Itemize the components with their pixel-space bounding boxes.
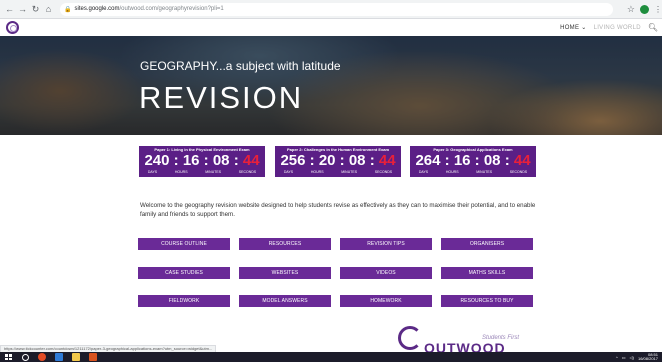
unit-days: DAYS [418, 170, 429, 174]
unit-seconds: SECONDS [509, 170, 528, 174]
logo-swoosh-icon [398, 326, 422, 350]
videos-button[interactable]: VIDEOS [340, 267, 432, 279]
unit-minutes: MINUTES [205, 170, 222, 174]
countdown-unit-labels: DAYS HOURS MINUTES SECONDS [139, 170, 265, 174]
reload-icon[interactable]: ↻ [30, 2, 41, 17]
homework-button[interactable]: HOMEWORK [340, 295, 432, 307]
countdown-days: 240 [144, 152, 170, 169]
forward-icon[interactable]: → [17, 2, 28, 17]
folder-icon[interactable] [72, 353, 80, 361]
site-header: HOME ⌄ LIVING WORLD 🔍︎ [0, 19, 662, 36]
lock-icon: 🔒 [64, 6, 72, 13]
unit-days: DAYS [147, 170, 158, 174]
countdown-digits: 256 : 20 : 08 : 44 [280, 152, 396, 169]
browser-nav-buttons: ← → ↻ ⌂ [4, 2, 54, 17]
profile-avatar-icon[interactable] [640, 4, 649, 14]
unit-hours: HOURS [445, 170, 459, 174]
footer-logo: Students First OUTWOOD [396, 326, 546, 356]
url-host: sites.google.com [74, 6, 120, 12]
powerpoint-icon[interactable] [89, 353, 97, 361]
countdown-days: 264 [415, 152, 441, 169]
countdown-digits: 240 : 16 : 08 : 44 [144, 152, 260, 169]
countdown-hours: 16 [182, 152, 200, 169]
bookmark-star-icon[interactable]: ☆ [627, 4, 635, 15]
revision-tips-button[interactable]: REVISION TIPS [340, 238, 432, 250]
resources-button[interactable]: RESOURCES [239, 238, 331, 250]
unit-seconds: SECONDS [238, 170, 257, 174]
countdown-seconds: 44 [242, 152, 260, 169]
nav-living-world[interactable]: LIVING WORLD [594, 25, 641, 31]
unit-hours: HOURS [310, 170, 324, 174]
back-icon[interactable]: ← [4, 2, 15, 17]
welcome-text: Welcome to the geography revision websit… [140, 202, 536, 218]
windows-start-icon[interactable] [4, 353, 13, 361]
countdown-days: 256 [280, 152, 306, 169]
network-icon[interactable]: ▭ [622, 355, 626, 360]
organisers-button[interactable]: ORGANISERS [441, 238, 533, 250]
page-title: REVISION [139, 80, 304, 115]
countdown-minutes: 08 [348, 152, 366, 169]
address-bar[interactable]: 🔒 sites.google.com /outwood.com/geograph… [60, 2, 613, 16]
countdown-digits: 264 : 16 : 08 : 44 [415, 152, 531, 169]
system-tray: ^ ▭ ◁) 08:51 16/08/2017 [616, 353, 658, 361]
volume-icon[interactable]: ◁) [630, 355, 634, 360]
case-studies-button[interactable]: CASE STUDIES [138, 267, 230, 279]
search-circle-icon[interactable] [22, 353, 29, 361]
browser-toolbar: ← → ↻ ⌂ 🔒 sites.google.com /outwood.com/… [0, 0, 662, 19]
resources-to-buy-button[interactable]: RESOURCES TO BUY [441, 295, 533, 307]
clock-date: 16/08/2017 [637, 356, 658, 361]
top-nav: HOME ⌄ LIVING WORLD 🔍︎ [560, 19, 658, 36]
model-answers-button[interactable]: MODEL ANSWERS [239, 295, 331, 307]
course-outline-button[interactable]: COURSE OUTLINE [138, 238, 230, 250]
nav-home[interactable]: HOME ⌄ [560, 24, 587, 31]
clock[interactable]: 08:51 16/08/2017 [638, 353, 658, 361]
fieldwork-button[interactable]: FIELDWORK [138, 295, 230, 307]
countdown-paper-3[interactable]: Paper 3: Geographical Applications Exam … [410, 146, 536, 177]
countdown-paper-1[interactable]: Paper 1: Living in the Physical Environm… [139, 146, 265, 177]
websites-button[interactable]: WEBSITES [239, 267, 331, 279]
hero-banner: GEOGRAPHY...a subject with latitude REVI… [0, 36, 662, 135]
countdown-seconds: 44 [513, 152, 531, 169]
site-logo[interactable] [6, 21, 19, 34]
countdown-hours: 16 [453, 152, 471, 169]
unit-hours: HOURS [174, 170, 188, 174]
countdown-unit-labels: DAYS HOURS MINUTES SECONDS [275, 170, 401, 174]
home-icon[interactable]: ⌂ [43, 2, 54, 17]
search-icon[interactable]: 🔍︎ [648, 23, 658, 32]
countdown-minutes: 08 [212, 152, 230, 169]
unit-seconds: SECONDS [374, 170, 393, 174]
browser-menu-icon[interactable]: ⋮ [654, 5, 662, 14]
unit-minutes: MINUTES [341, 170, 358, 174]
unit-minutes: MINUTES [476, 170, 493, 174]
unit-days: DAYS [283, 170, 294, 174]
countdown-hours: 20 [318, 152, 336, 169]
taskbar: ^ ▭ ◁) 08:51 16/08/2017 [0, 352, 662, 362]
chrome-icon[interactable] [38, 353, 46, 361]
file-explorer-icon[interactable] [55, 353, 63, 361]
maths-skills-button[interactable]: MATHS SKILLS [441, 267, 533, 279]
url-path: /outwood.com/geographyrevision?pli=1 [119, 6, 224, 12]
countdown-unit-labels: DAYS HOURS MINUTES SECONDS [410, 170, 536, 174]
tray-chevron-icon[interactable]: ^ [616, 355, 618, 360]
countdown-minutes: 08 [483, 152, 501, 169]
countdown-paper-2[interactable]: Paper 2: Challenges in the Human Environ… [275, 146, 401, 177]
hero-subtitle: GEOGRAPHY...a subject with latitude [140, 59, 341, 73]
countdown-seconds: 44 [378, 152, 396, 169]
